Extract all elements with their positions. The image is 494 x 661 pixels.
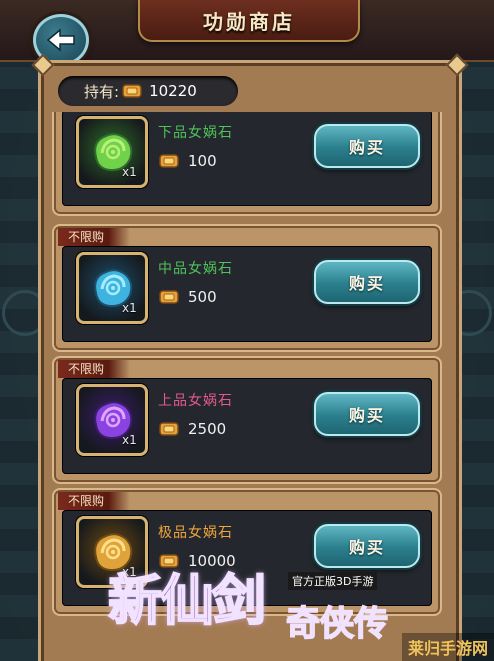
merit-coin-icon <box>159 290 179 304</box>
title-plate: 功勋商店 <box>138 0 360 42</box>
item-name: 下品女娲石 <box>158 125 233 141</box>
purchase-limit-tag: 不限购 <box>58 492 131 510</box>
item-price: 10000 <box>158 552 236 570</box>
item-quantity: x1 <box>122 433 137 447</box>
purchase-limit-tag: 不限购 <box>58 360 131 378</box>
item-icon-box[interactable] <box>76 384 148 456</box>
buy-button-label: 购买 <box>348 538 385 557</box>
item-quantity: x1 <box>122 301 137 315</box>
item-list[interactable]: x1 下品女娲石 100 购买 不限购 x1 中品女娲石 500 购买 不限购 … <box>52 112 442 661</box>
item-price-value: 100 <box>188 152 217 170</box>
buy-button-label: 购买 <box>348 406 385 425</box>
item-price-value: 500 <box>188 288 217 306</box>
arrow-left-icon <box>46 28 75 52</box>
holding-label: 持有: <box>84 82 120 101</box>
item-price-value: 10000 <box>188 552 236 570</box>
item-price: 2500 <box>158 420 226 438</box>
item-name: 中品女娲石 <box>158 261 233 277</box>
holding-display: 持有: 10220 <box>58 76 238 106</box>
merit-coin-icon <box>159 422 179 436</box>
item-icon-box[interactable] <box>76 516 148 588</box>
buy-button-label: 购买 <box>348 274 385 293</box>
shop-item-card: 不限购 x1 上品女娲石 2500 购买 <box>52 356 442 484</box>
page-title: 功勋商店 <box>203 9 295 34</box>
buy-button[interactable]: 购买 <box>314 524 420 568</box>
item-name: 极品女娲石 <box>158 525 233 541</box>
item-price: 500 <box>158 288 217 306</box>
item-price: 100 <box>158 152 217 170</box>
item-panel: x1 下品女娲石 100 购买 <box>62 112 432 206</box>
item-icon-box[interactable] <box>76 252 148 324</box>
merit-coin-icon <box>159 154 179 168</box>
shop-item-card: 不限购 x1 中品女娲石 500 购买 <box>52 224 442 352</box>
buy-button[interactable]: 购买 <box>314 260 420 304</box>
buy-button-label: 购买 <box>348 138 385 157</box>
item-panel: x1 极品女娲石 10000 购买 <box>62 510 432 606</box>
item-panel: x1 上品女娲石 2500 购买 <box>62 378 432 474</box>
item-panel: x1 中品女娲石 500 购买 <box>62 246 432 342</box>
purchase-limit-tag: 不限购 <box>58 228 131 246</box>
site-watermark: 莱归手游网 <box>401 633 494 661</box>
merit-coin-icon <box>159 554 179 568</box>
item-price-value: 2500 <box>188 420 227 438</box>
shop-item-card: x1 下品女娲石 100 购买 <box>52 112 442 216</box>
merit-coin-icon <box>121 82 143 100</box>
buy-button[interactable]: 购买 <box>314 124 420 168</box>
shop-screen: 功勋商店 持有: 10220 x1 下品女娲石 100 购买 不限购 x1 中品… <box>0 0 494 661</box>
item-name: 上品女娲石 <box>158 393 233 409</box>
item-icon-box[interactable] <box>76 116 148 188</box>
item-quantity: x1 <box>122 165 137 179</box>
holding-amount: 10220 <box>149 82 197 100</box>
buy-button[interactable]: 购买 <box>314 392 420 436</box>
item-quantity: x1 <box>122 565 137 579</box>
shop-item-card: 不限购 x1 极品女娲石 10000 购买 <box>52 488 442 616</box>
